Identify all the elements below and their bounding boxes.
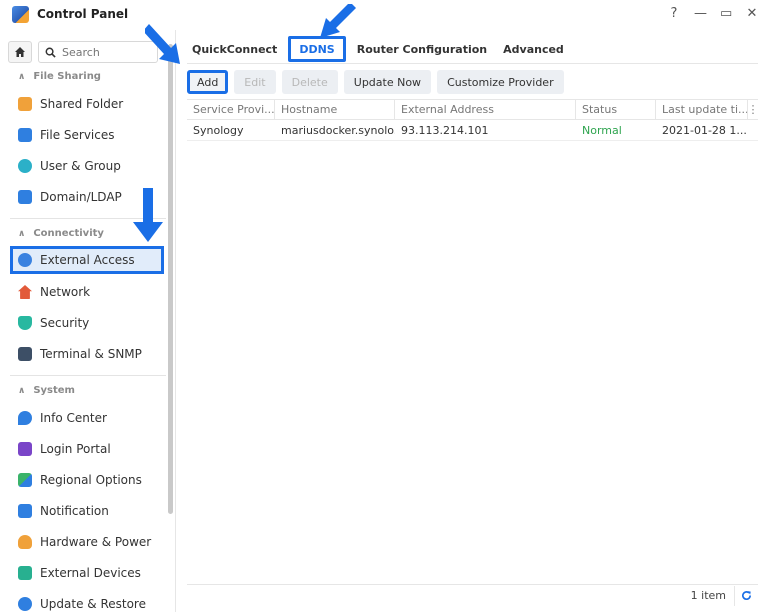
item-count: 1 item [690,589,726,602]
refresh-button[interactable] [734,585,758,606]
sidebar-item-shared-folder[interactable]: Shared Folder [10,90,164,118]
sidebar-item-user-group[interactable]: User & Group [10,152,164,180]
tab-divider [187,63,758,64]
control-panel-app-icon [12,6,29,23]
external-devices-icon [18,566,32,580]
sidebar-item-external-access[interactable]: External Access [10,246,164,274]
add-button[interactable]: Add [187,70,229,94]
update-now-button[interactable]: Update Now [343,70,432,94]
sidebar-search-row [8,41,158,63]
search-field[interactable] [38,41,158,63]
maximize-icon[interactable]: ▭ [720,6,732,21]
column-header-hostname[interactable]: Hostname [275,100,395,119]
sidebar-scrollbar[interactable] [168,44,173,514]
lightbulb-icon [18,535,32,549]
annotation-arrow-ddns [320,4,356,38]
sidebar: ∧ File Sharing Shared Folder File Servic… [0,30,176,612]
table-footer: 1 item [187,584,758,606]
user-group-icon [18,159,32,173]
chevron-up-icon: ∧ [18,385,26,396]
table-header: Service Provi... Hostname External Addre… [187,99,758,120]
chevron-up-icon: ∧ [18,228,26,239]
toolbar: Add Edit Delete Update Now Customize Pro… [187,70,564,94]
column-header-last-update-time[interactable]: Last update ti... [656,100,748,119]
sidebar-item-notification[interactable]: Notification [10,497,164,525]
control-panel-window: Control Panel ? — ▭ ✕ ∧ File Sharing Sha… [0,0,768,612]
annotation-arrow-add [145,24,180,64]
search-icon [45,47,56,58]
sidebar-item-update-restore[interactable]: Update & Restore [10,590,164,612]
file-services-icon [18,128,32,142]
section-divider [10,375,166,376]
cell-spacer [748,120,758,140]
update-restore-icon [18,597,32,611]
window-controls: ? — ▭ ✕ [668,6,758,21]
section-connectivity[interactable]: ∧ Connectivity [18,228,104,239]
cell-status: Normal [582,123,622,137]
network-icon [18,285,32,299]
column-header-external-address[interactable]: External Address [395,100,576,119]
cell-service-provider: Synology [193,123,244,137]
column-menu-icon[interactable]: ⋮ [748,100,758,119]
delete-button[interactable]: Delete [281,70,338,94]
title-bar: Control Panel ? — ▭ ✕ [0,0,768,30]
tab-router-configuration[interactable]: Router Configuration [352,36,492,62]
section-file-sharing[interactable]: ∧ File Sharing [18,71,101,82]
close-icon[interactable]: ✕ [746,6,758,21]
window-title: Control Panel [37,7,129,21]
terminal-icon [18,347,32,361]
cell-last-update-time: 2021-01-28 1... [662,123,747,137]
info-center-icon [18,411,32,425]
shared-folder-icon [18,97,32,111]
notification-icon [18,504,32,518]
minimize-icon[interactable]: — [694,6,707,21]
annotation-arrow-external-access [133,188,163,242]
edit-button[interactable]: Edit [234,70,276,94]
sidebar-item-file-services[interactable]: File Services [10,121,164,149]
login-portal-icon [18,442,32,456]
sidebar-item-regional-options[interactable]: Regional Options [10,466,164,494]
tab-quickconnect[interactable]: QuickConnect [187,36,282,62]
home-button[interactable] [8,41,32,63]
cell-external-address: 93.113.214.101 [401,123,489,137]
search-input[interactable] [62,45,152,59]
sidebar-item-hardware-power[interactable]: Hardware & Power [10,528,164,556]
tab-bar: QuickConnect DDNS Router Configuration A… [187,36,569,62]
refresh-icon [742,591,751,601]
section-system[interactable]: ∧ System [18,385,75,396]
home-icon [15,47,25,57]
tab-advanced[interactable]: Advanced [498,36,569,62]
table-row[interactable]: Synology mariusdocker.synolo... 93.113.2… [187,120,758,141]
ddns-table: Service Provi... Hostname External Addre… [187,99,758,141]
chevron-up-icon: ∧ [18,71,26,82]
column-header-service-provider[interactable]: Service Provi... [187,100,275,119]
domain-ldap-icon [18,190,32,204]
help-icon[interactable]: ? [668,6,680,21]
customize-provider-button[interactable]: Customize Provider [437,70,564,94]
cell-hostname: mariusdocker.synolo... [281,123,395,137]
shield-icon [18,316,32,330]
sidebar-item-login-portal[interactable]: Login Portal [10,435,164,463]
sidebar-item-network[interactable]: Network [10,278,164,306]
sidebar-item-security[interactable]: Security [10,309,164,337]
sidebar-item-external-devices[interactable]: External Devices [10,559,164,587]
sidebar-item-terminal-snmp[interactable]: Terminal & SNMP [10,340,164,368]
regional-options-icon [18,473,32,487]
column-header-status[interactable]: Status [576,100,656,119]
external-access-icon [18,253,32,267]
sidebar-item-info-center[interactable]: Info Center [10,404,164,432]
